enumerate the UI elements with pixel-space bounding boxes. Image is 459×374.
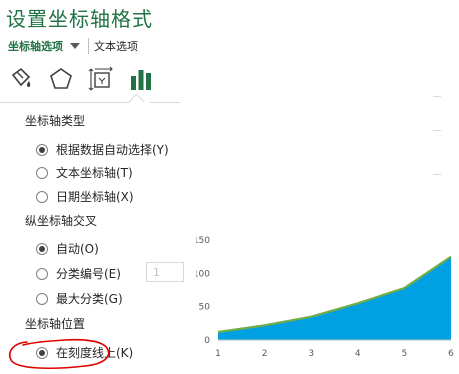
tab-axis-options[interactable]: 坐标轴选项 <box>8 38 63 54</box>
radio-text-axis[interactable]: 文本坐标轴(T) <box>36 164 133 181</box>
y-tick-label: 0 <box>204 336 210 346</box>
radio-button[interactable] <box>36 267 48 280</box>
radio-button[interactable] <box>36 242 48 255</box>
category-number-input[interactable]: 1 <box>146 262 184 282</box>
radio-button[interactable] <box>36 166 48 179</box>
radio-label: 分类编号(E) <box>56 267 121 281</box>
axis-type-heading: 坐标轴类型 <box>25 114 86 128</box>
radio-category-number[interactable]: 分类编号(E) <box>36 265 121 282</box>
radio-label: 根据数据自动选择(Y) <box>56 143 169 157</box>
fill-line-icon[interactable] <box>8 66 34 92</box>
panel-tabs: 坐标轴选项 文本选项 <box>8 38 138 54</box>
y-tick-label: 150 <box>196 236 210 246</box>
y-tick-label: 100 <box>196 269 210 279</box>
y-tick-label: 50 <box>199 303 211 313</box>
divider <box>433 174 441 175</box>
active-category-indicator <box>128 93 145 110</box>
tab-text-options[interactable]: 文本选项 <box>94 38 138 54</box>
effects-icon[interactable] <box>48 66 74 92</box>
area-chart: 0 50 100 150 1 2 3 4 5 6 <box>196 236 454 359</box>
x-tick-label: 5 <box>402 349 408 359</box>
icon-row-divider <box>0 102 140 103</box>
panel-title: 设置坐标轴格式 <box>6 7 153 31</box>
radio-auto-select[interactable]: 根据数据自动选择(Y) <box>36 141 169 158</box>
radio-cross-auto[interactable]: 自动(O) <box>36 240 99 257</box>
x-tick-label: 2 <box>262 349 268 359</box>
radio-label: 文本坐标轴(T) <box>56 166 133 180</box>
radio-max-category[interactable]: 最大分类(G) <box>36 290 123 307</box>
divider <box>433 130 441 131</box>
radio-button[interactable] <box>36 190 48 203</box>
icon-row-divider <box>150 102 180 103</box>
radio-date-axis[interactable]: 日期坐标轴(X) <box>36 188 134 205</box>
radio-button[interactable] <box>36 143 48 156</box>
x-tick-label: 4 <box>355 349 361 359</box>
x-tick-label: 6 <box>448 349 454 359</box>
chevron-down-icon[interactable] <box>70 43 80 49</box>
radio-label: 日期坐标轴(X) <box>56 190 134 204</box>
radio-button[interactable] <box>36 292 48 305</box>
annotation-circle <box>9 338 110 370</box>
size-properties-icon[interactable] <box>88 66 114 92</box>
divider <box>433 96 441 97</box>
radio-label: 最大分类(G) <box>56 292 123 306</box>
tab-divider <box>88 38 89 54</box>
vertical-axis-cross-heading: 纵坐标轴交叉 <box>25 214 98 228</box>
radio-label: 自动(O) <box>56 242 99 256</box>
axis-position-heading: 坐标轴位置 <box>25 317 86 331</box>
x-tick-label: 1 <box>215 349 221 359</box>
x-tick-label: 3 <box>308 349 314 359</box>
axis-options-icon[interactable] <box>128 66 154 92</box>
